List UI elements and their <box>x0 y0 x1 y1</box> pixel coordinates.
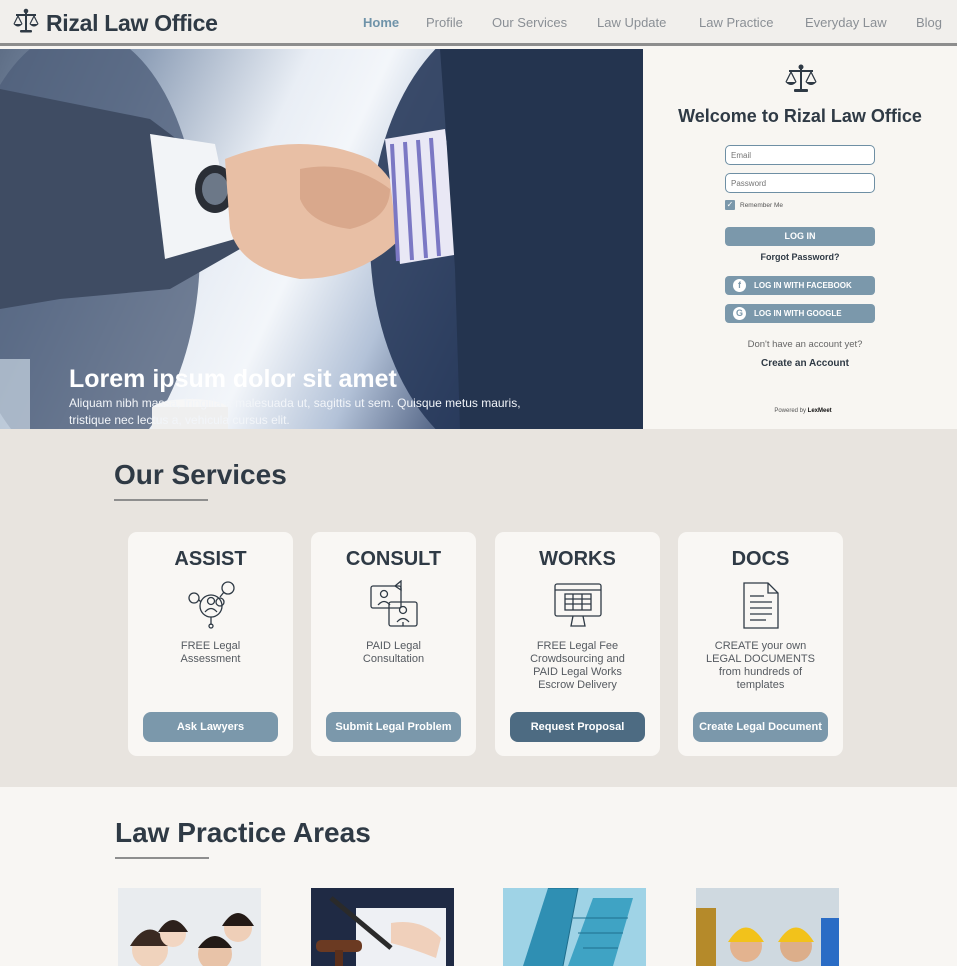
construction-workers-photo[interactable] <box>696 888 839 966</box>
nav-law-update[interactable]: Law Update <box>597 15 666 30</box>
card-description: CREATE your own LEGAL DOCUMENTS from hun… <box>705 640 815 691</box>
site-header: Rizal Law Office Home Profile Our Servic… <box>0 0 957 46</box>
nav-blog[interactable]: Blog <box>916 15 942 30</box>
scales-of-justice-icon <box>784 63 818 95</box>
services-underline <box>114 499 208 501</box>
create-legal-document-button[interactable]: Create Legal Document <box>693 712 828 742</box>
service-card-docs: DOCS CREATE your own LEGAL DOCUMENTS fro… <box>678 532 843 756</box>
submit-legal-problem-button[interactable]: Submit Legal Problem <box>326 712 461 742</box>
logo-text: Rizal Law Office <box>46 10 218 36</box>
computer-monitor-icon <box>551 580 605 630</box>
card-title: CONSULT <box>345 548 442 570</box>
powered-prefix: Powered by <box>774 408 806 414</box>
powered-by: Powered by LexMeet <box>643 408 957 414</box>
request-proposal-button[interactable]: Request Proposal <box>510 712 645 742</box>
nav-profile[interactable]: Profile <box>426 15 463 30</box>
login-button[interactable]: LOG IN <box>725 227 875 246</box>
remember-me[interactable]: ✓ Remember Me <box>725 200 783 210</box>
google-login-label: LOG IN WITH GOOGLE <box>754 309 842 318</box>
family-photo[interactable] <box>118 888 261 966</box>
password-field[interactable] <box>725 173 875 193</box>
logo[interactable]: Rizal Law Office <box>12 7 218 40</box>
card-description: PAID Legal Consultation <box>362 640 425 665</box>
nav-home[interactable]: Home <box>363 15 399 30</box>
nav-everyday-law[interactable]: Everyday Law <box>805 15 887 30</box>
lexmeet-brand[interactable]: LexMeet <box>808 408 832 414</box>
remember-checkbox[interactable]: ✓ <box>725 200 735 210</box>
card-title: WORKS <box>539 548 616 570</box>
no-account-text: Don't have an account yet? <box>747 339 863 350</box>
login-panel: Welcome to Rizal Law Office ✓ Remember M… <box>643 49 957 429</box>
ask-lawyers-button[interactable]: Ask Lawyers <box>143 712 278 742</box>
gavel-signing-photo[interactable] <box>311 888 454 966</box>
card-description: FREE Legal Fee Crowdsourcing and PAID Le… <box>530 640 625 691</box>
service-card-consult: CONSULT PAID Legal Consultation Submit L… <box>311 532 476 756</box>
practice-section: Law Practice Areas <box>0 787 957 966</box>
lawyer-network-icon <box>184 580 238 630</box>
email-field[interactable] <box>725 145 875 165</box>
google-login-button[interactable]: G LOG IN WITH GOOGLE <box>725 304 875 323</box>
hero-banner: Lorem ipsum dolor sit amet Aliquam nibh … <box>0 49 643 429</box>
hero-subtitle: Aliquam nibh massa, fringilla a malesuad… <box>69 396 521 427</box>
forgot-password-link[interactable]: Forgot Password? <box>725 252 875 262</box>
nav-our-services[interactable]: Our Services <box>492 15 567 30</box>
practice-underline <box>115 857 209 859</box>
card-description: FREE Legal Assessment <box>180 640 241 665</box>
login-title: Welcome to Rizal Law Office <box>678 106 922 126</box>
card-title: ASSIST <box>174 548 247 570</box>
service-card-works: WORKS FREE Legal Fee Crowdsourcing and P… <box>495 532 660 756</box>
facebook-login-button[interactable]: f LOG IN WITH FACEBOOK <box>725 276 875 295</box>
remember-label: Remember Me <box>740 201 783 209</box>
card-title: DOCS <box>731 548 790 570</box>
office-building-photo[interactable] <box>503 888 646 966</box>
facebook-icon: f <box>733 279 746 292</box>
practice-title: Law Practice Areas <box>115 817 371 848</box>
video-consultation-icon <box>367 579 421 630</box>
create-account-link[interactable]: Create an Account <box>725 358 885 369</box>
scales-of-justice-icon <box>12 7 40 40</box>
facebook-login-label: LOG IN WITH FACEBOOK <box>754 281 852 290</box>
nav-law-practice[interactable]: Law Practice <box>699 15 773 30</box>
document-icon <box>734 580 788 630</box>
service-card-assist: ASSIST FREE Legal Assessment Ask Lawyers <box>128 532 293 756</box>
google-icon: G <box>733 307 746 320</box>
services-title: Our Services <box>114 459 287 490</box>
services-section: Our Services ASSIST FREE Legal Assessmen… <box>0 429 957 787</box>
hero-title: Lorem ipsum dolor sit amet <box>69 365 397 393</box>
